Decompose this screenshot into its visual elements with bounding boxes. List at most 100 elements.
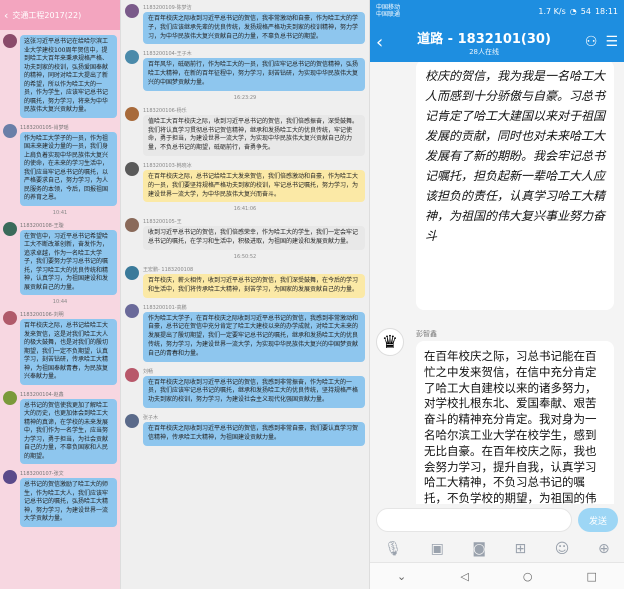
input-toolbar: 🎙︎ ▣ ◙ ⊞ ☺ ⊕ (370, 536, 624, 562)
sender-name: 1183200101-高鹏 (143, 304, 187, 311)
message-bubble: 百年校庆，薪火相传，收到习近平总书记的贺信，我们深受鼓舞，在今后的学习和生活中，… (143, 273, 365, 298)
message-bubble: 在贺信中，习近平总书记希望哈工大不断改革创新，奋发作为，追求卓越，作为一名哈工大… (20, 229, 117, 295)
message-row: 1183200101-高鹏 作为哈工大学子，在百年校庆之际收到习近平总书记的贺信，… (121, 300, 369, 364)
recents-icon[interactable]: □ (587, 570, 597, 583)
avatar[interactable] (3, 470, 17, 484)
status-bar: 中国移动 中国联通 1.7 K/s ◔ 54 18:11 (370, 0, 624, 22)
battery-level: 54 (580, 6, 591, 16)
sender-name: 刘畅 (143, 368, 154, 375)
left-chat-header: ‹ 交通工程2017(22) (0, 0, 120, 30)
message-bubble: 在百年校庆之际收到习近平总书记的贺信，我非常激动和自豪，作为哈工大的学子，我们应… (143, 12, 365, 45)
sender-name: 1183200104-王子木 (143, 51, 192, 58)
system-nav-bar: ⌄ ◁ ○ □ (370, 562, 624, 589)
middle-chat-panel: 1183200109-陈梦洁 在百年校庆之际收到习近平总书记的贺信，我非常激动和自… (120, 0, 370, 589)
message-row: 1183200109-陈梦洁 在百年校庆之际收到习近平总书记的贺信，我非常激动和自… (121, 0, 369, 46)
message-row: 1183200104-王子木 百年风华，砥砺前行，作为哈工大的一员，我们应牢记总书… (121, 46, 369, 92)
timestamp: 10:41 (52, 209, 68, 216)
sender-name: 彭智鑫 (416, 330, 437, 338)
chat-title: 道路 - 1832101(30) (417, 31, 551, 47)
emoji-icon[interactable]: ☺ (555, 541, 570, 557)
message-bubble: 作为哈工大学子的一员，作为祖国未来建设力量的一员，我们身上肩负着实现中华民族伟大… (20, 131, 117, 206)
avatar[interactable] (125, 106, 139, 121)
network-speed: 1.7 K/s (538, 6, 566, 16)
message-bubble: 总书记的贺信激励了哈工大的师生，作为哈工大人，我们应该牢记总书记的嘱托，弘扬哈工… (20, 478, 117, 527)
carrier-2: 中国联通 (376, 11, 401, 18)
message-row: 1183200105-王 收到习近平总书记的贺信，我们倍感荣幸，作为哈工大的学生，… (121, 214, 369, 252)
left-message-list: 这张习近平总书记在给哈尔滨工业大学建校100周年贺信中，提到哈工大百年来秉承规格… (0, 30, 120, 529)
home-icon[interactable]: ○ (523, 570, 533, 583)
avatar[interactable] (3, 123, 17, 138)
collapse-icon[interactable]: ⌄ (397, 570, 406, 583)
message-row: 1183200106-杨乐 值哈工大百年校庆之际，收到习近平总书记的贺信，我们倍感… (121, 103, 369, 158)
avatar[interactable] (3, 311, 17, 325)
avatar[interactable] (125, 413, 139, 428)
message-row: 1183200107-张文 总书记的贺信激励了哈工大的师生，作为哈工大人，我们应该… (0, 466, 120, 529)
message-row: 1183200104-赵鑫 总书记的贺信使我更加了解哈工大的历史，也更加体会到哈工… (0, 387, 120, 467)
gift-icon[interactable]: ⊞ (515, 541, 527, 557)
sender-name: 1183200108-王璇 (20, 222, 64, 229)
message-bubble: 百年风华，砥砺前行，作为哈工大的一员，我们应牢记总书记的贺信精神，弘扬哈工大精神… (143, 58, 365, 91)
clock: 18:11 (594, 6, 618, 16)
sender-name: 1183200103-韩晓冰 (143, 162, 192, 169)
sender-name: 1183200109-陈梦洁 (143, 5, 192, 11)
message-row: 刘畅 在百年校庆之际收到习近平总书记的贺信，我感到非常振奋，作为哈工大的一员，我们… (121, 364, 369, 410)
sender-name: 1183200105-王 (143, 219, 182, 226)
chat-area: 校庆的贺信，我为我是一名哈工大人而感到十分骄傲与自豪。习总书记肯定了哈工大建国以… (370, 62, 624, 504)
avatar[interactable] (125, 303, 139, 318)
sender-name: 王宏鹏- 1183200108 (143, 266, 194, 273)
message-bubble: 在百年校庆之际收到习近平总书记的贺信，我感到非常振奋，作为哈工大的一员，我们应该… (143, 375, 365, 408)
menu-icon[interactable]: ☰ (605, 34, 618, 50)
camera-icon[interactable]: ◙ (472, 541, 486, 557)
message-row: 1183200108-王璇 在贺信中，习近平总书记希望哈工大不断改革创新，奋发作为… (0, 218, 120, 298)
handwritten-message-bubble: 校庆的贺信，我为我是一名哈工大人而感到十分骄傲与自豪。习总书记肯定了哈工大建国以… (416, 62, 614, 310)
back-arrow-icon[interactable]: ‹ (4, 9, 8, 22)
middle-message-list: 1183200109-陈梦洁 在百年校庆之际收到习近平总书记的贺信，我非常激动和自… (121, 0, 369, 448)
avatar[interactable] (3, 390, 17, 405)
timestamp: 10:44 (52, 299, 68, 305)
right-chat-panel: 中国移动 中国联通 1.7 K/s ◔ 54 18:11 ‹ 道路 - 1832… (370, 0, 624, 589)
left-chat-panel: ‹ 交通工程2017(22) 这张习近平总书记在给哈尔滨工业大学建校100周年贺… (0, 0, 120, 589)
avatar[interactable] (125, 4, 139, 18)
message-bubble: 在百年校庆之际收到习近平总书记的贺信，我感到非常自豪，我们要认真学习贺信精神，传… (143, 421, 365, 446)
avatar[interactable] (125, 367, 139, 382)
sender-name: 1183200107-张文 (20, 471, 64, 477)
image-icon[interactable]: ▣ (431, 541, 444, 557)
wifi-icon: ◔ (569, 6, 577, 16)
online-count: 28人在线 (469, 47, 499, 56)
avatar[interactable] (125, 50, 139, 65)
nav-back-icon[interactable]: ◁ (460, 570, 468, 583)
avatar[interactable] (3, 34, 17, 48)
sender-name: 张子木 (143, 414, 159, 421)
message-row: 1183200103-韩晓冰 在百年校庆之际，总书记给哈工大发来贺信，我们倍感激动… (121, 158, 369, 204)
message-row: 张子木 在百年校庆之际收到习近平总书记的贺信，我感到非常自豪，我们要认真学习贺信精… (121, 410, 369, 448)
message-bubble: 这张习近平总书记在给哈尔滨工业大学建校100周年贺信中，提到哈工大百年来秉承规格… (20, 35, 117, 118)
timestamp: 16:23:29 (233, 94, 257, 101)
message-bubble: 收到习近平总书记的贺信，我们倍感荣幸，作为哈工大的学生，我们一定会牢记总书记的嘱… (143, 226, 365, 250)
message-bubble: 值哈工大百年校庆之际，收到习近平总书记的贺信，我们倍感振奋，深受鼓舞。我们将认真… (143, 114, 365, 156)
timestamp: 16:50:52 (233, 253, 257, 260)
input-bar: 发送 (370, 505, 624, 535)
group-members-icon[interactable]: ⚇ (585, 34, 598, 50)
sender-name: 1183200106-刘明 (20, 312, 64, 318)
avatar[interactable] (125, 265, 139, 280)
back-arrow-icon[interactable]: ‹ (376, 32, 383, 53)
message-row: 1183200105-肖梦瑶 作为哈工大学子的一员，作为祖国未来建设力量的一员，我… (0, 120, 120, 208)
message-bubble: 作为哈工大学子，在百年校庆之际收到习近平总书记的贺信，我感到非常激动和自豪，总书… (143, 311, 365, 362)
message-bubble: 在百年校庆之际，总书记给哈工大发来贺信，我们倍感激动和自豪，作为哈工大的一员，我… (143, 169, 365, 203)
avatar[interactable] (125, 161, 139, 176)
avatar[interactable] (3, 221, 17, 236)
sender-name: 1183200104-赵鑫 (20, 391, 64, 398)
message-bubble: 百年校庆之际，总书记给哈工大发来贺信，这是对我们哈工大人的极大鼓舞，也是对我们的… (20, 319, 117, 385)
sender-name: 1183200106-杨乐 (143, 107, 187, 114)
group-title: 交通工程2017(22) (12, 10, 82, 20)
microphone-icon[interactable]: 🎙︎ (384, 541, 402, 557)
message-row: 这张习近平总书记在给哈尔滨工业大学建校100周年贺信中，提到哈工大百年来秉承规格… (0, 30, 120, 120)
avatar[interactable] (125, 218, 139, 233)
send-button[interactable]: 发送 (578, 508, 618, 532)
message-row: 1183200106-刘明 百年校庆之际，总书记给哈工大发来贺信，这是对我们哈工大… (0, 307, 120, 387)
plus-icon[interactable]: ⊕ (598, 541, 610, 557)
message-bubble: 总书记的贺信使我更加了解哈工大的历史，也更加体会到哈工大精神的真谛，在学校的未来… (20, 398, 117, 464)
timestamp: 16:41:06 (233, 206, 257, 213)
message-input[interactable] (376, 508, 572, 532)
sender-avatar[interactable]: ♛ (376, 328, 404, 356)
